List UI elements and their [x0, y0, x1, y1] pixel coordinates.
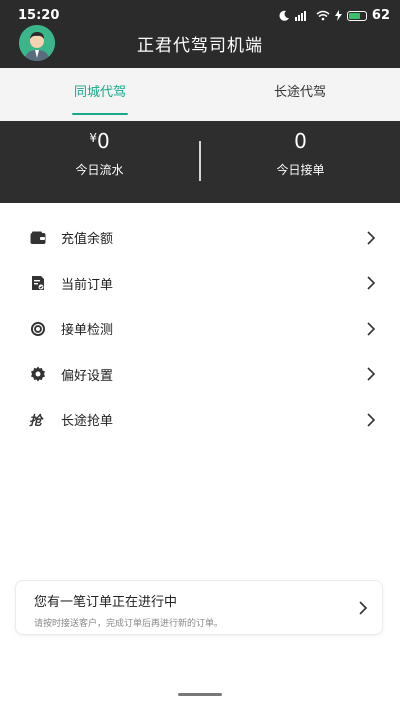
- tab-city-driving[interactable]: 同城代驾: [0, 68, 200, 121]
- battery-icon: [346, 10, 367, 21]
- daily-orders-label: 今日接单: [276, 163, 325, 177]
- menu-item-recharge[interactable]: 充值余额: [0, 215, 400, 261]
- stat-daily-orders: 0 今日接单: [201, 121, 400, 203]
- status-time: 15:20: [18, 8, 60, 23]
- grab-order-icon: 抢: [29, 411, 47, 429]
- stats-divider: [199, 141, 201, 181]
- daily-flow-value: 0: [96, 129, 110, 153]
- chevron-right-icon: [367, 322, 376, 336]
- stats-panel: ¥0 今日流水 0 今日接单: [0, 121, 400, 203]
- moon-icon: [279, 10, 289, 21]
- chevron-right-icon: [367, 276, 376, 290]
- detect-icon: [29, 320, 47, 338]
- signal-icon: [294, 11, 306, 21]
- menu-label-recharge: 充值余额: [61, 232, 114, 248]
- menu-label-current-order: 当前订单: [61, 277, 114, 293]
- menu-item-long-distance-grab[interactable]: 抢 长途抢单: [0, 397, 400, 443]
- chevron-right-icon: [359, 601, 368, 615]
- currency-symbol: ¥: [89, 131, 97, 145]
- wifi-icon: [316, 10, 330, 21]
- ongoing-order-card[interactable]: 您有一笔订单正在进行中 请按时接送客户，完成订单后再进行新的订单。: [15, 580, 383, 635]
- tab-long-distance-driving[interactable]: 长途代驾: [200, 68, 400, 121]
- menu-item-order-detection[interactable]: 接单检测: [0, 306, 400, 352]
- svg-text:抢: 抢: [29, 413, 44, 428]
- menu-label-order-detection: 接单检测: [61, 323, 114, 339]
- gear-icon: [29, 365, 47, 383]
- chevron-right-icon: [367, 367, 376, 381]
- tab-bar: 同城代驾 长途代驾: [0, 68, 400, 121]
- daily-orders-value: 0: [294, 129, 307, 153]
- ongoing-order-title: 您有一笔订单正在进行中: [34, 595, 178, 610]
- header-bar: 15:20 62 正君代驾司机端: [0, 0, 400, 68]
- order-doc-icon: [29, 274, 47, 292]
- menu-list: 充值余额 当前订单 接单检测 偏好设置 抢 长途抢单: [0, 215, 400, 443]
- battery-level: 62: [371, 8, 390, 23]
- ongoing-order-subtitle: 请按时接送客户，完成订单后再进行新的订单。: [34, 619, 224, 629]
- charging-icon: [334, 10, 342, 21]
- status-icons: 62: [278, 8, 390, 23]
- chevron-right-icon: [367, 413, 376, 427]
- menu-label-preferences: 偏好设置: [61, 368, 114, 384]
- menu-label-long-distance-grab: 长途抢单: [61, 414, 114, 430]
- home-indicator[interactable]: [178, 693, 222, 696]
- menu-item-current-order[interactable]: 当前订单: [0, 261, 400, 307]
- wallet-icon: [29, 229, 47, 247]
- menu-item-preferences[interactable]: 偏好设置: [0, 352, 400, 398]
- chevron-right-icon: [367, 231, 376, 245]
- stat-daily-flow: ¥0 今日流水: [0, 121, 199, 203]
- daily-flow-label: 今日流水: [75, 163, 124, 177]
- page-title: 正君代驾司机端: [137, 36, 263, 56]
